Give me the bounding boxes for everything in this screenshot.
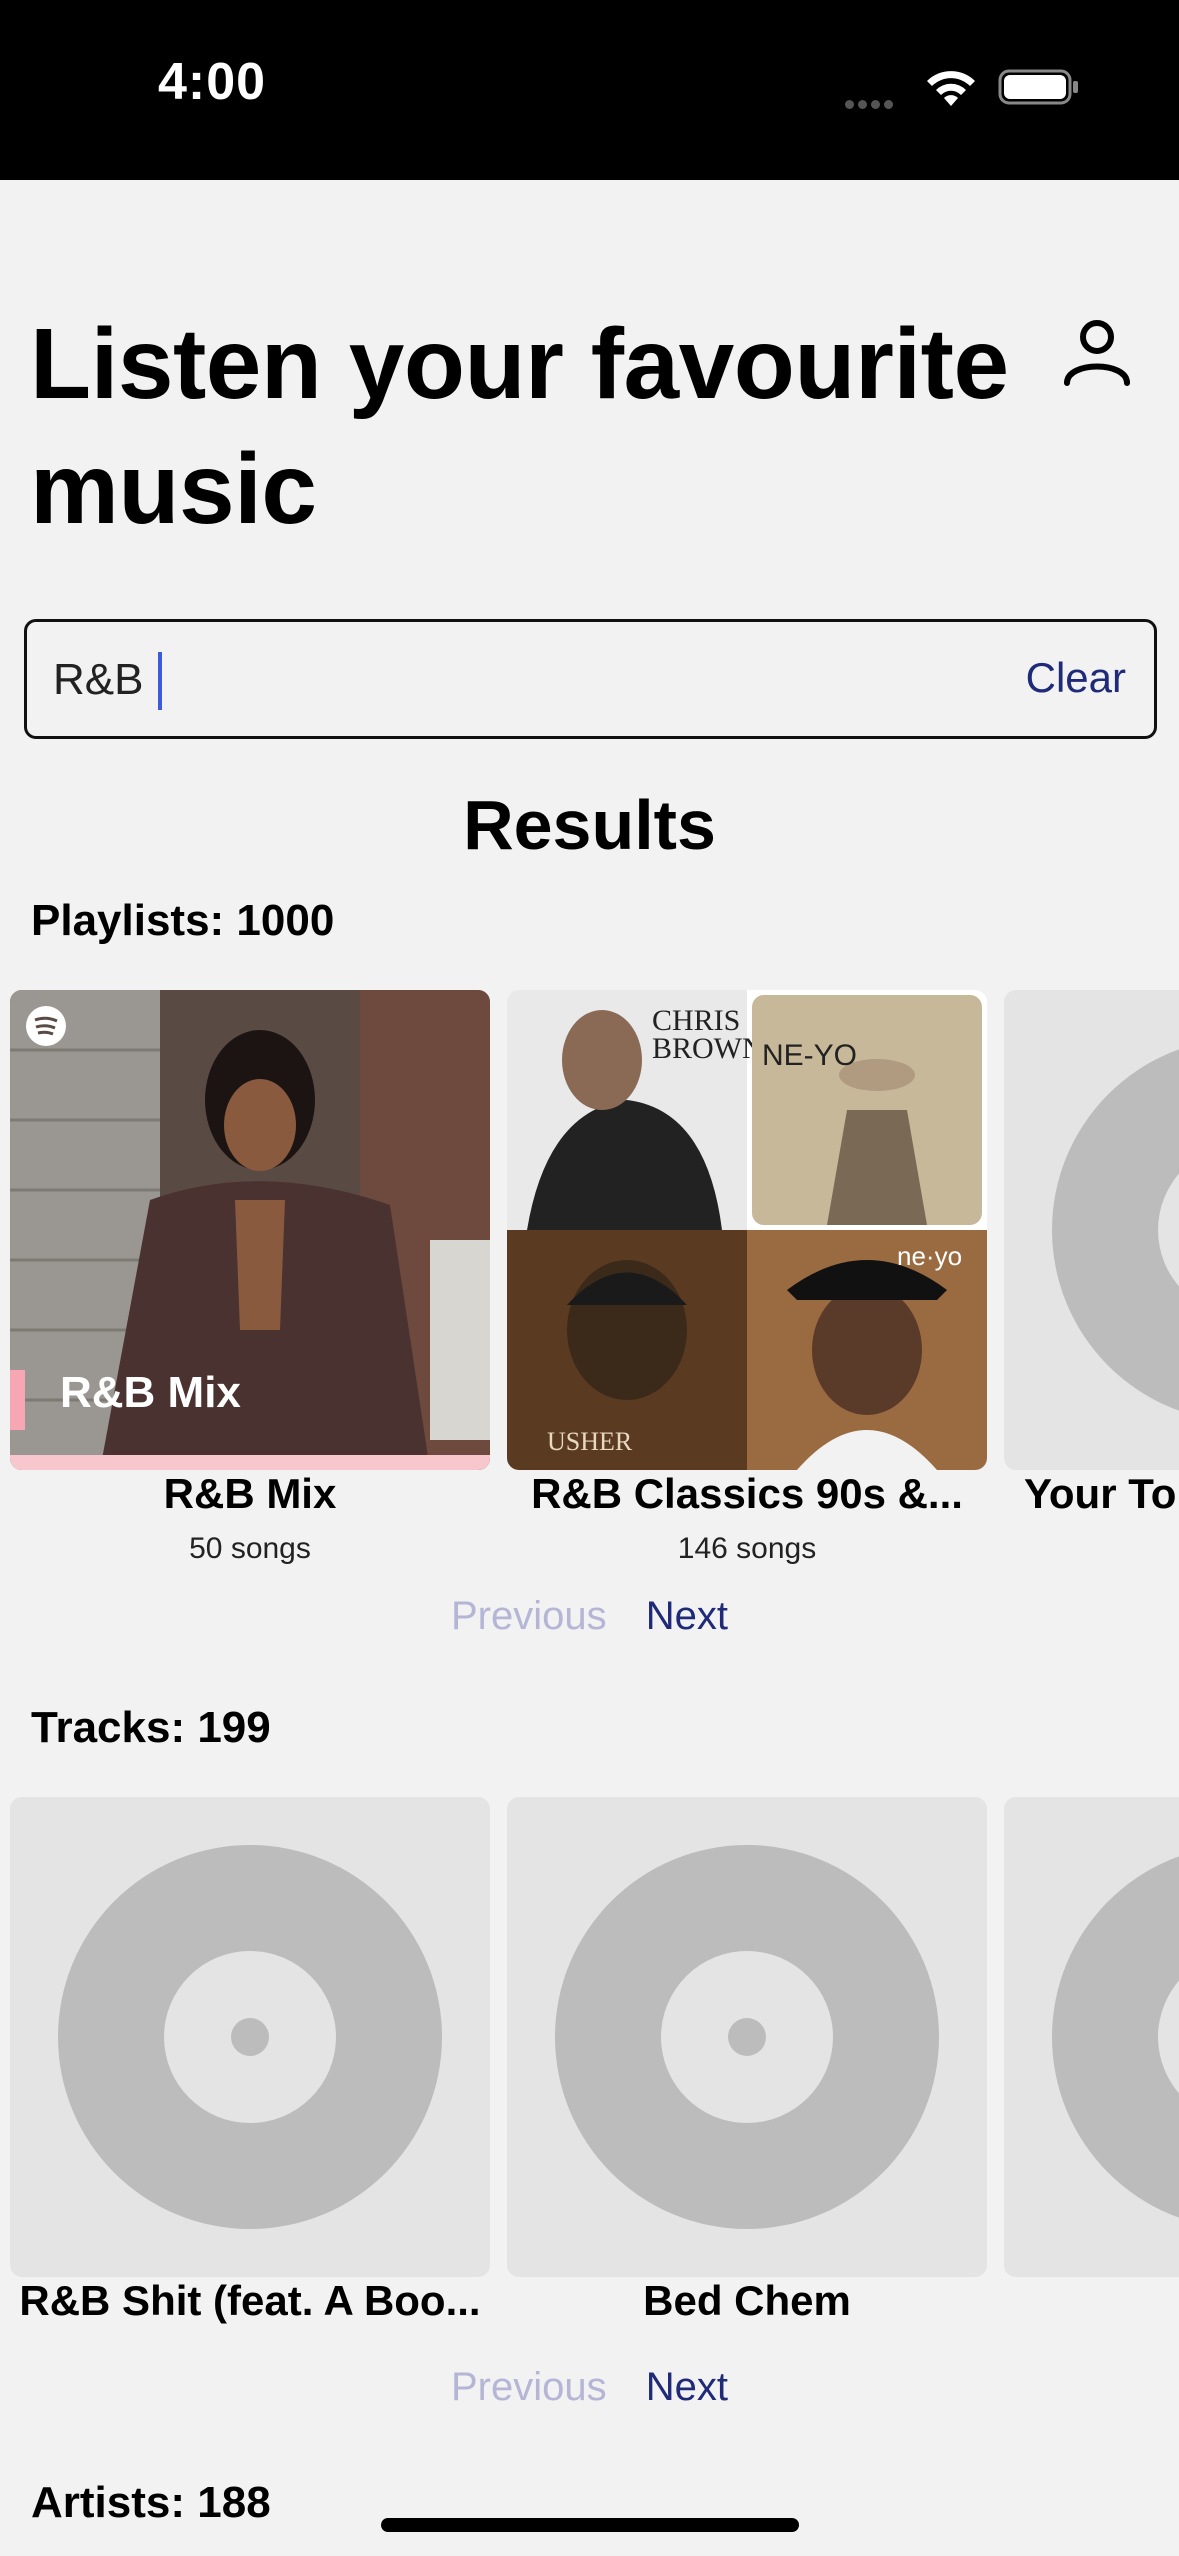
status-time: 4:00 <box>158 53 267 111</box>
cover-collage: CHRIS BROWN NE-YO USHER ne·yo <box>507 990 987 1470</box>
previous-button[interactable]: Previous <box>451 1594 607 1639</box>
svg-text:USHER: USHER <box>547 1427 633 1456</box>
search-box[interactable]: Clear <box>24 619 1157 739</box>
playlists-pager: Previous Next <box>0 1594 1179 1639</box>
previous-button[interactable]: Previous <box>451 2365 607 2410</box>
battery-icon <box>998 69 1078 105</box>
vinyl-placeholder-icon <box>1004 990 1179 1470</box>
cellular-icon <box>845 96 905 109</box>
svg-text:BROWN: BROWN <box>652 1032 764 1065</box>
person-icon[interactable] <box>1060 315 1134 389</box>
search-input[interactable] <box>53 648 953 712</box>
page-title: Listen your favourite music <box>30 308 1009 545</box>
svg-text:ne·yo: ne·yo <box>897 1241 962 1271</box>
playlist-song-count: 50 songs <box>189 1532 311 1565</box>
svg-text:NE-YO: NE-YO <box>762 1039 857 1072</box>
playlist-title: Your To <box>1024 1470 1177 1517</box>
home-indicator[interactable] <box>381 2518 799 2532</box>
text-caret <box>158 652 162 710</box>
playlist-title: R&B Classics 90s &... <box>531 1470 963 1517</box>
clear-button[interactable]: Clear <box>1026 654 1126 702</box>
results-title: Results <box>463 786 716 864</box>
playlists-count: Playlists: 1000 <box>31 896 335 945</box>
wifi-icon <box>927 71 975 106</box>
vinyl-placeholder-icon <box>1004 1797 1179 2277</box>
tracks-pager: Previous Next <box>0 2365 1179 2410</box>
tracks-count: Tracks: 199 <box>31 1703 271 1752</box>
playlist-song-count: 146 songs <box>677 1532 817 1565</box>
playlist-title: R&B Mix <box>163 1470 337 1517</box>
track-title: R&B Shit (feat. A Boo... <box>19 2277 481 2324</box>
next-button[interactable]: Next <box>646 1594 728 1639</box>
playlist-cover: CHRIS BROWN NE-YO USHER ne·yo <box>507 990 987 1470</box>
vinyl-placeholder-icon <box>10 1797 490 2277</box>
status-bar: 4:00 <box>0 0 1179 180</box>
vinyl-placeholder-icon <box>507 1797 987 2277</box>
next-button[interactable]: Next <box>646 2365 728 2410</box>
artists-count: Artists: 188 <box>31 2478 271 2527</box>
playlists-row: R&B Mix R&B Mix 50 songs CHRIS BROWN NE-… <box>0 990 1179 1570</box>
playlist-cover: R&B Mix <box>10 990 490 1470</box>
cover-overlay-title: R&B Mix <box>60 1368 241 1417</box>
tracks-row: R&B Shit (feat. A Boo... Bed Chem <box>0 1797 1179 2337</box>
track-title: Bed Chem <box>643 2277 851 2324</box>
